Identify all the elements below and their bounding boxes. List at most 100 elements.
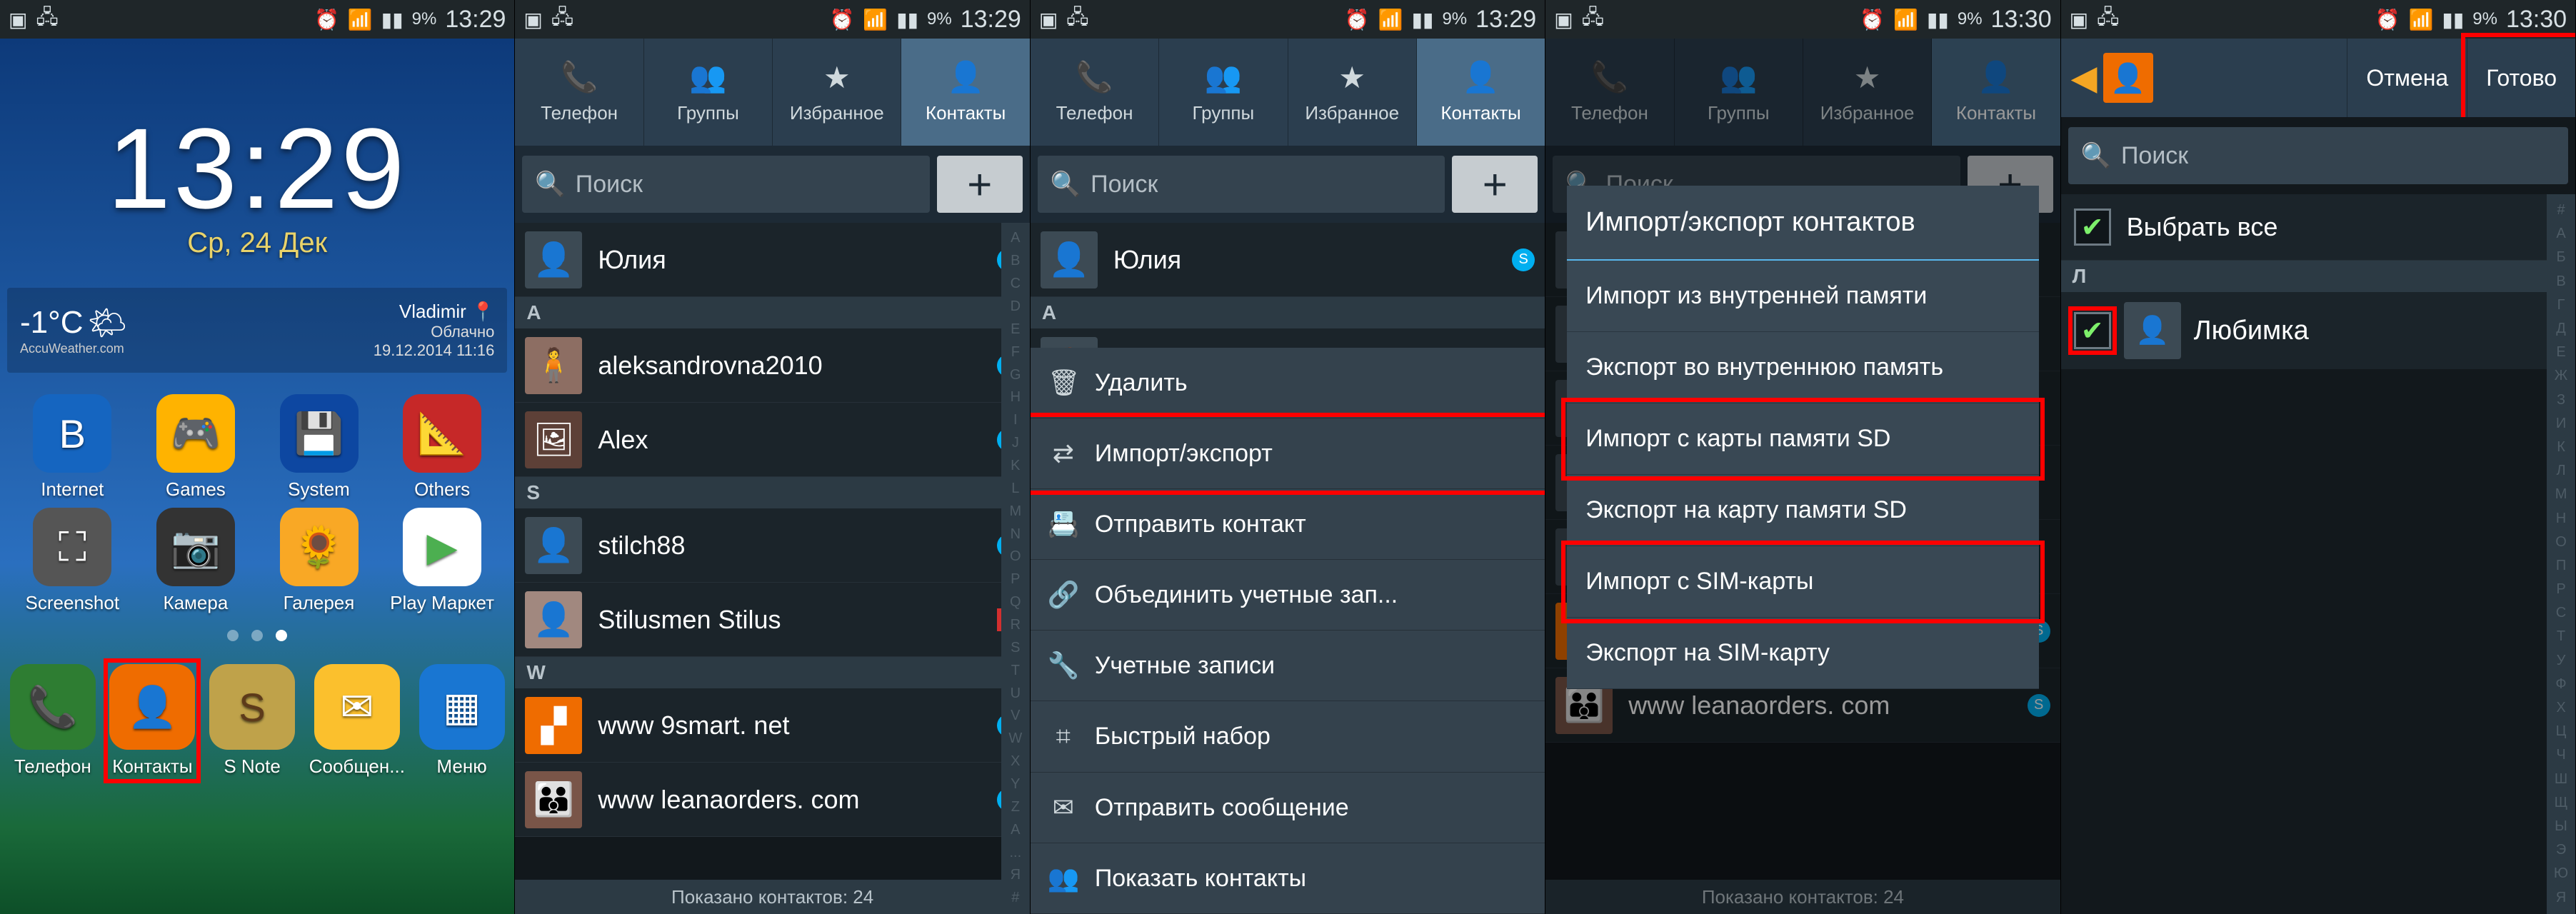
status-time: 13:29: [445, 6, 506, 34]
wifi-icon: 📶: [348, 8, 373, 31]
tab-groups[interactable]: 👥Группы: [1159, 39, 1288, 146]
dialog-export-sim[interactable]: Экспорт на SIM-карту: [1567, 618, 2038, 689]
home-screen: ▣ 🖧 ⏰ 📶 ▮▮ 9% 13:29 13:29 Ср, 24 Дек -1°…: [0, 0, 515, 914]
done-button[interactable]: Готово: [2467, 39, 2575, 117]
context-menu: 🗑Удалить ⇄Импорт/экспорт 📇Отправить конт…: [1031, 348, 1545, 914]
dock-menu[interactable]: ▦Меню: [419, 664, 505, 778]
tab-groups[interactable]: 👥Группы: [644, 39, 773, 146]
checkbox-checked-icon[interactable]: ✔: [2074, 209, 2111, 246]
signal-icon: ▮▮: [381, 8, 404, 31]
app-play[interactable]: ▶Play Маркет: [384, 508, 501, 614]
contact-row[interactable]: 👪www leanaorders. comS: [515, 763, 1029, 837]
contact-select-row[interactable]: ✔ 👤 Любимка: [2061, 292, 2575, 369]
contacts-app-icon: 👤: [2103, 53, 2153, 103]
menu-delete[interactable]: 🗑Удалить: [1031, 348, 1545, 418]
dialog-export-internal[interactable]: Экспорт во внутреннюю память: [1567, 332, 2038, 403]
menu-send-contact[interactable]: 📇Отправить контакт: [1031, 489, 1545, 560]
app-camera[interactable]: 📷Камера: [138, 508, 254, 614]
tab-favorites: ★Избранное: [1803, 39, 1932, 146]
section-header: Л: [2061, 261, 2575, 292]
page-indicator[interactable]: [0, 630, 514, 641]
search-icon: 🔍: [535, 170, 565, 199]
weather-cond: Облачно: [374, 323, 495, 341]
tab-contacts[interactable]: 👤Контакты: [1417, 39, 1545, 146]
weather-ts: 19.12.2014 11:16: [374, 341, 495, 360]
back-button[interactable]: ◀ 👤: [2061, 53, 2163, 103]
contact-row[interactable]: 👤ЮлияS: [515, 223, 1029, 297]
dialog-import-internal[interactable]: Импорт из внутренней памяти: [1567, 261, 2038, 332]
tab-phone[interactable]: 📞Телефон: [515, 39, 643, 146]
contact-row[interactable]: 🧍aleksandrovna2010S: [515, 328, 1029, 403]
select-contacts-screen: ▣🖧 ⏰📶▮▮9%13:30 ◀ 👤 Отмена Готово 🔍Поиск …: [2061, 0, 2576, 914]
tab-phone[interactable]: 📞Телефон: [1031, 39, 1159, 146]
dock-snote[interactable]: SS Note: [209, 664, 295, 778]
temp-value: -1°C: [20, 305, 84, 341]
dialog-title: Импорт/экспорт контактов: [1567, 186, 2038, 261]
dialog-import-sd[interactable]: Импорт с карты памяти SD: [1567, 403, 2038, 475]
import-export-dialog: Импорт/экспорт контактов Импорт из внутр…: [1567, 186, 2038, 689]
contacts-icon: 👥: [1048, 863, 1079, 893]
menu-import-export[interactable]: ⇄Импорт/экспорт: [1031, 418, 1545, 489]
card-share-icon: 📇: [1048, 509, 1079, 539]
chevron-left-icon: ◀: [2071, 58, 2098, 98]
weather-source: AccuWeather.com: [20, 341, 127, 356]
app-internet[interactable]: BInternet: [14, 394, 131, 501]
contacts-menu-screen: ▣🖧 ⏰📶▮▮9%13:29 📞Телефон 👥Группы ★Избранн…: [1031, 0, 1545, 914]
dialog-export-sd[interactable]: Экспорт на карту памяти SD: [1567, 475, 2038, 546]
tab-contacts[interactable]: 👤Контакты: [901, 39, 1029, 146]
app-others[interactable]: 📐Others: [384, 394, 501, 501]
wifi-icon: 🖧: [36, 2, 58, 36]
message-icon: ✉: [1048, 793, 1079, 823]
menu-speed-dial[interactable]: ⌗Быстрый набор: [1031, 701, 1545, 773]
app-gallery[interactable]: 🌻Галерея: [261, 508, 377, 614]
status-bar: ▣🖧 ⏰📶▮▮9%13:30: [1545, 0, 2060, 39]
contact-row[interactable]: ▞www 9smart. netS: [515, 688, 1029, 763]
app-screenshot[interactable]: ⛶Screenshot: [14, 508, 131, 614]
menu-accounts[interactable]: 🔧Учетные записи: [1031, 631, 1545, 701]
clock-widget[interactable]: 13:29 Ср, 24 Дек: [0, 103, 514, 259]
contact-row[interactable]: 👤stilch88S: [515, 508, 1029, 583]
add-contact-button[interactable]: +: [937, 156, 1023, 213]
search-input[interactable]: 🔍Поиск: [1038, 156, 1445, 213]
section-header: S: [515, 477, 1029, 508]
tab-favorites[interactable]: ★Избранное: [773, 39, 901, 146]
status-bar: ▣🖧 ⏰📶▮▮9%13:30: [2061, 0, 2575, 39]
contact-row[interactable]: 👤Stilusmen Stilusg: [515, 583, 1029, 657]
contact-name: Любимка: [2194, 316, 2309, 346]
clock-time: 13:29: [0, 103, 514, 234]
contact-row[interactable]: 🖼AlexS: [515, 403, 1029, 477]
index-scroller[interactable]: ABCDEFGHIJKLMNOPQRSTUVWXYZА...Я#: [1001, 223, 1030, 914]
image-icon: ▣: [9, 8, 27, 31]
weather-city: Vladimir 📍: [374, 301, 495, 323]
select-all-row[interactable]: ✔ Выбрать все: [2061, 194, 2575, 261]
alarm-icon: ⏰: [314, 8, 339, 31]
section-header: W: [515, 657, 1029, 688]
index-scroller[interactable]: #АБВГДЕЖЗИКЛМНОПРСТУФХЦЧШЩЫЭЮЯ: [2547, 194, 2575, 914]
contacts-screen: ▣🖧 ⏰📶▮▮9%13:29 📞Телефон 👥Группы ★Избранн…: [515, 0, 1030, 914]
dock-contacts[interactable]: 👤Контакты: [109, 664, 195, 778]
wrench-icon: 🔧: [1048, 651, 1079, 681]
weather-widget[interactable]: -1°C🌤 AccuWeather.com Vladimir 📍 Облачно…: [7, 288, 507, 373]
cancel-button[interactable]: Отмена: [2347, 39, 2467, 117]
add-contact-button[interactable]: +: [1452, 156, 1538, 213]
dock-messages[interactable]: ✉Сообщен...: [309, 664, 405, 778]
app-system[interactable]: 💾System: [261, 394, 377, 501]
contacts-count: Показано контактов: 24: [515, 880, 1029, 914]
checkbox-checked-icon[interactable]: ✔: [2074, 312, 2111, 349]
dialog-import-sim[interactable]: Импорт с SIM-карты: [1567, 546, 2038, 618]
dock-phone[interactable]: 📞Телефон: [10, 664, 96, 778]
app-games[interactable]: 🎮Games: [138, 394, 254, 501]
search-input[interactable]: 🔍Поиск: [2068, 127, 2568, 184]
menu-show-contacts[interactable]: 👥Показать контакты: [1031, 843, 1545, 914]
image-icon: ▣: [523, 8, 542, 31]
alarm-icon: ⏰: [829, 8, 854, 31]
section-header: A: [515, 297, 1029, 328]
menu-merge-accounts[interactable]: 🔗Объединить учетные зап...: [1031, 560, 1545, 631]
battery-percent: 9%: [412, 9, 437, 29]
menu-send-message[interactable]: ✉Отправить сообщение: [1031, 773, 1545, 843]
tab-groups: 👥Группы: [1675, 39, 1803, 146]
clock-date: Ср, 24 Дек: [0, 227, 514, 259]
tab-favorites[interactable]: ★Избранное: [1288, 39, 1417, 146]
trash-icon: 🗑: [1048, 368, 1079, 398]
search-input[interactable]: 🔍Поиск: [522, 156, 929, 213]
